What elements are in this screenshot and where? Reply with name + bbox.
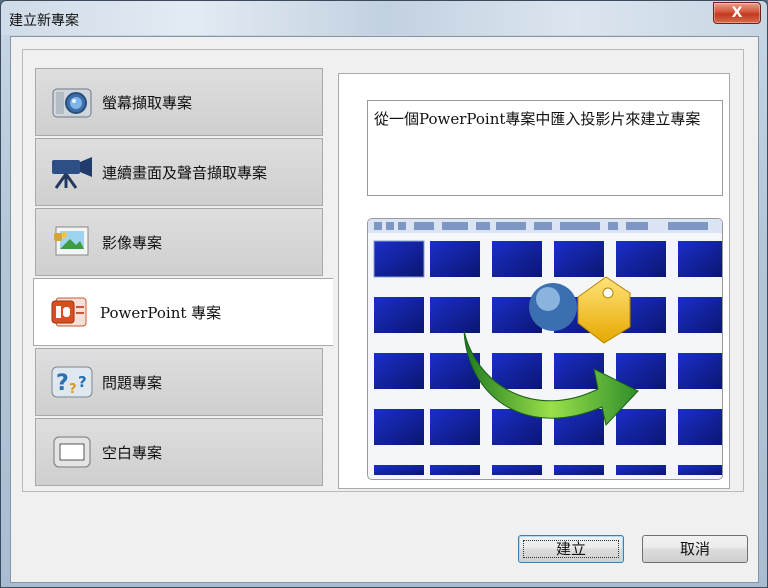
title-bar: 建立新專案 X xyxy=(1,1,767,35)
svg-text:?: ? xyxy=(78,373,87,391)
cancel-button[interactable]: 取消 xyxy=(642,535,748,563)
camera-icon xyxy=(50,84,94,120)
tab-label: 螢幕擷取專案 xyxy=(102,93,193,112)
import-slides-icon xyxy=(368,219,722,475)
video-camera-icon xyxy=(50,154,94,190)
tab-label: 影像專案 xyxy=(102,233,163,252)
dialog-window: 建立新專案 X 螢幕擷取專案 連續畫面及聲音擷取專案 影像專案 PowerPoi… xyxy=(0,0,768,588)
tab-label: 問題專案 xyxy=(102,373,163,392)
tab-label: PowerPoint 專案 xyxy=(100,303,222,322)
svg-text:?: ? xyxy=(56,371,69,396)
close-button[interactable]: X xyxy=(713,2,761,24)
create-button[interactable]: 建立 xyxy=(518,535,624,563)
image-icon xyxy=(50,224,94,260)
powerpoint-icon xyxy=(48,294,92,330)
tab-question-project[interactable]: ? ? ? 問題專案 xyxy=(35,348,323,416)
project-type-group: 螢幕擷取專案 連續畫面及聲音擷取專案 影像專案 PowerPoint 專案 ? … xyxy=(22,49,744,492)
tab-powerpoint-project[interactable]: PowerPoint 專案 xyxy=(33,278,333,346)
preview-image xyxy=(367,218,723,480)
tab-label: 空白專案 xyxy=(102,443,163,462)
blank-page-icon xyxy=(50,434,94,470)
svg-text:?: ? xyxy=(69,382,77,397)
tab-label: 連續畫面及聲音擷取專案 xyxy=(102,163,268,182)
tab-blank-project[interactable]: 空白專案 xyxy=(35,418,323,486)
project-detail-panel: 從一個PowerPoint專案中匯入投影片來建立專案 xyxy=(338,73,730,489)
tab-screen-capture[interactable]: 螢幕擷取專案 xyxy=(35,68,323,136)
tab-image-project[interactable]: 影像專案 xyxy=(35,208,323,276)
dialog-body: 螢幕擷取專案 連續畫面及聲音擷取專案 影像專案 PowerPoint 專案 ? … xyxy=(10,36,759,583)
tab-video-demo[interactable]: 連續畫面及聲音擷取專案 xyxy=(35,138,323,206)
window-title: 建立新專案 xyxy=(9,13,79,29)
project-description: 從一個PowerPoint專案中匯入投影片來建立專案 xyxy=(367,100,723,196)
question-icon: ? ? ? xyxy=(50,364,94,400)
